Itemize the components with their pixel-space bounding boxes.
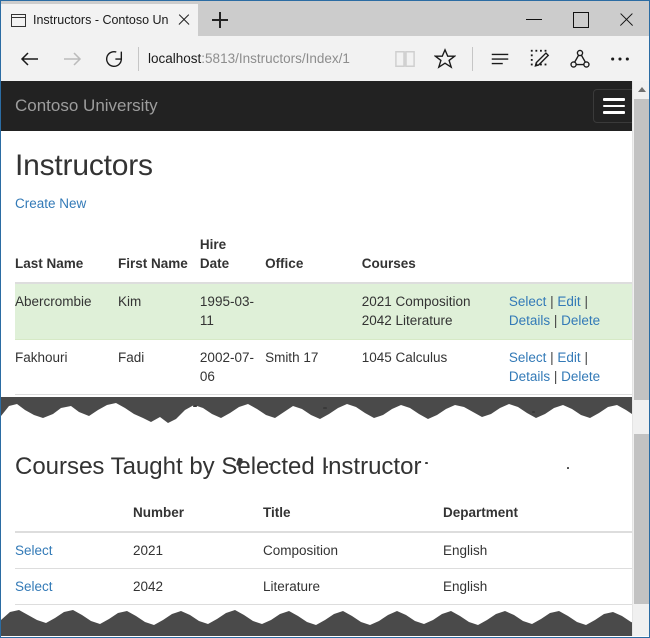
- page-content: Instructors Create New Last Name First N…: [1, 149, 649, 605]
- window-controls: [511, 1, 649, 37]
- column-header-number: Number: [133, 495, 263, 532]
- refresh-icon[interactable]: [93, 38, 135, 80]
- cell-select: Select: [15, 569, 133, 605]
- page-title: Instructors: [15, 149, 635, 183]
- page-viewport: Contoso University Instructors Create Ne…: [1, 81, 649, 636]
- cell-office: [265, 283, 362, 339]
- share-icon[interactable]: [560, 38, 600, 80]
- cell-title: Composition: [263, 532, 443, 569]
- minimize-icon[interactable]: [511, 1, 557, 37]
- edit-link[interactable]: Edit: [557, 294, 580, 309]
- list-item[interactable]: Select 2042 Literature English: [15, 569, 635, 605]
- page-scrollbar[interactable]: [632, 81, 649, 636]
- scrollbar-thumb[interactable]: [634, 99, 649, 400]
- star-icon[interactable]: [425, 38, 465, 80]
- address-host: localhost: [148, 51, 201, 66]
- hub-lines-icon[interactable]: [480, 38, 520, 80]
- cell-courses: 2021 Composition 2042 Literature: [362, 283, 509, 339]
- cell-office: Smith 17: [265, 339, 362, 394]
- action-separator: |: [554, 313, 558, 328]
- panel-spacer: [15, 395, 635, 439]
- more-ellipsis-icon[interactable]: [600, 38, 640, 80]
- address-bar[interactable]: localhost:5813/Instructors/Index/1: [148, 38, 385, 80]
- cell-last-name: Abercrombie: [15, 283, 118, 339]
- column-header-select: [15, 495, 133, 532]
- cell-courses: 1045 Calculus: [362, 339, 509, 394]
- close-icon[interactable]: [603, 1, 649, 37]
- cell-number: 2021: [133, 532, 263, 569]
- course-entry: 2042 Literature: [362, 311, 501, 330]
- course-entry: 1045 Calculus: [362, 348, 501, 367]
- select-link[interactable]: Select: [509, 350, 547, 365]
- table-row[interactable]: Abercrombie Kim 1995-03-11 2021 Composit…: [15, 283, 635, 339]
- create-new-link[interactable]: Create New: [15, 196, 86, 211]
- list-item[interactable]: Select 2021 Composition English: [15, 532, 635, 569]
- select-link[interactable]: Select: [15, 579, 53, 594]
- cell-title: Literature: [263, 569, 443, 605]
- cell-number: 2042: [133, 569, 263, 605]
- delete-link[interactable]: Delete: [561, 369, 600, 384]
- forward-arrow-icon: [51, 38, 93, 80]
- select-link[interactable]: Select: [15, 543, 53, 558]
- cell-last-name: Fakhouri: [15, 339, 118, 394]
- select-link[interactable]: Select: [509, 294, 547, 309]
- details-link[interactable]: Details: [509, 313, 550, 328]
- new-tab-button[interactable]: [198, 4, 242, 36]
- action-separator: |: [550, 350, 554, 365]
- table-header-row: Number Title Department: [15, 495, 635, 532]
- address-path: :5813/Instructors/Index/1: [201, 51, 350, 66]
- action-separator: |: [550, 294, 554, 309]
- site-brand[interactable]: Contoso University: [15, 96, 158, 116]
- delete-link[interactable]: Delete: [561, 313, 600, 328]
- cell-actions: Select | Edit | Details | Delete: [509, 339, 635, 394]
- column-header-office: Office: [265, 227, 362, 283]
- cell-department: English: [443, 569, 635, 605]
- page-icon: [11, 14, 26, 27]
- details-link[interactable]: Details: [509, 369, 550, 384]
- edit-link[interactable]: Edit: [557, 350, 580, 365]
- cell-actions: Select | Edit | Details | Delete: [509, 283, 635, 339]
- browser-window: Instructors - Contoso Un: [0, 0, 650, 638]
- cell-first-name: Kim: [118, 283, 200, 339]
- courses-table: Number Title Department Select 2021 Comp…: [15, 495, 635, 605]
- cell-select: Select: [15, 532, 133, 569]
- title-bar: Instructors - Contoso Un: [1, 0, 649, 36]
- column-header-hire-date: Hire Date: [200, 227, 265, 283]
- cell-department: English: [443, 532, 635, 569]
- column-header-courses: Courses: [362, 227, 509, 283]
- toolbar-divider: [472, 47, 473, 71]
- instructors-table: Last Name First Name Hire Date Office Co…: [15, 227, 635, 395]
- action-separator: |: [584, 294, 588, 309]
- cell-hire-date: 1995-03-11: [200, 283, 265, 339]
- tab-title: Instructors - Contoso Un: [33, 4, 169, 36]
- maximize-icon[interactable]: [557, 1, 603, 37]
- hamburger-icon[interactable]: [593, 89, 635, 123]
- browser-tab[interactable]: Instructors - Contoso Un: [1, 4, 198, 36]
- chevron-up-icon[interactable]: [633, 81, 649, 98]
- book-icon[interactable]: [385, 38, 425, 80]
- back-arrow-icon[interactable]: [9, 38, 51, 80]
- site-navbar: Contoso University: [1, 81, 649, 131]
- table-row[interactable]: Fakhouri Fadi 2002-07-06 Smith 17 1045 C…: [15, 339, 635, 394]
- column-header-department: Department: [443, 495, 635, 532]
- action-separator: |: [554, 369, 558, 384]
- pencil-note-icon[interactable]: [520, 38, 560, 80]
- column-header-title: Title: [263, 495, 443, 532]
- courses-section-title: Courses Taught by Selected Instructor: [15, 453, 635, 481]
- course-entry: 2021 Composition: [362, 292, 501, 311]
- scrollbar-thumb[interactable]: [634, 434, 649, 604]
- cell-hire-date: 2002-07-06: [200, 339, 265, 394]
- toolbar-divider: [138, 47, 139, 71]
- close-icon[interactable]: [176, 12, 192, 28]
- column-header-actions: [509, 227, 635, 283]
- cell-first-name: Fadi: [118, 339, 200, 394]
- browser-toolbar: localhost:5813/Instructors/Index/1: [1, 36, 649, 81]
- column-header-first-name: First Name: [118, 227, 200, 283]
- table-header-row: Last Name First Name Hire Date Office Co…: [15, 227, 635, 283]
- column-header-last-name: Last Name: [15, 227, 118, 283]
- redaction-band-lower: [1, 604, 649, 636]
- action-separator: |: [584, 350, 588, 365]
